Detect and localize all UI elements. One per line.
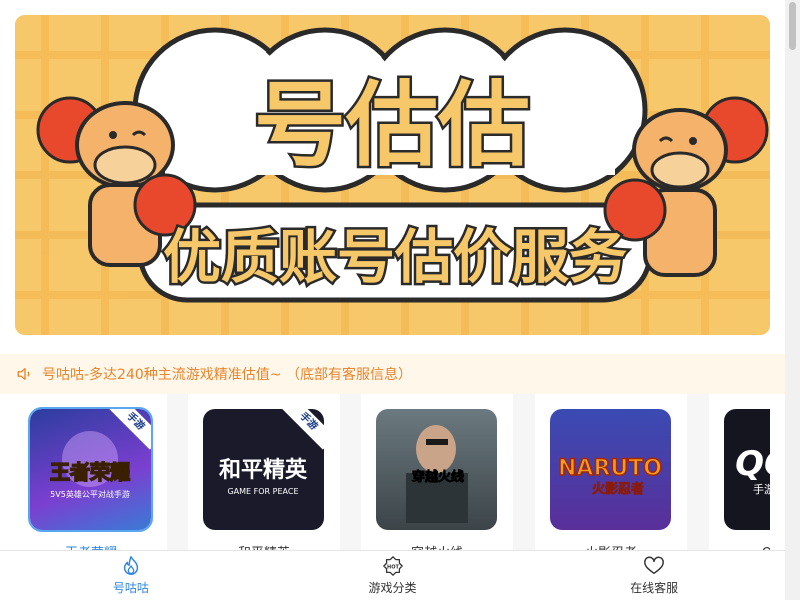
banner-title: 号估估 (254, 72, 530, 179)
game-icon-qqfeiche[interactable]: QQ 手游 (724, 409, 770, 530)
game-card-qqfeiche[interactable]: QQ 手游 QQ飞车 (709, 394, 770, 554)
tab-home[interactable]: 号咕咕 (0, 551, 262, 600)
game-icon-heping[interactable]: 和平精英 GAME FOR PEACE 手游 (203, 409, 324, 530)
svg-text:QQ: QQ (735, 444, 770, 484)
game-card-naruto[interactable]: NARUTO 火影忍者 火影忍者 (535, 394, 687, 554)
flame-icon (123, 556, 138, 575)
svg-text:GAME FOR PEACE: GAME FOR PEACE (227, 487, 298, 496)
tab-label: 号咕咕 (112, 581, 149, 595)
speaker-icon (17, 368, 30, 380)
tab-label: 在线客服 (630, 581, 679, 595)
game-card-wangzhe[interactable]: 王者荣耀 5V5英雄公平对战手游 手游 王者荣耀 (15, 394, 167, 554)
game-icon-naruto[interactable]: NARUTO 火影忍者 (550, 409, 671, 530)
svg-text:穿越火线: 穿越火线 (412, 469, 464, 485)
hot-badge-icon: HOT (382, 556, 403, 576)
tab-label: 游戏分类 (368, 581, 417, 595)
tab-categories[interactable]: HOT 游戏分类 (262, 551, 524, 600)
game-card-heping[interactable]: 和平精英 GAME FOR PEACE 手游 和平精英 (188, 394, 340, 554)
game-icon-wangzhe[interactable]: 王者荣耀 5V5英雄公平对战手游 手游 (28, 407, 153, 532)
game-card-cf[interactable]: 穿越火线 穿越火线 (361, 394, 513, 554)
notice-text: 号咕咕-多达240种主流游戏精准估值~ （底部有客服信息） (42, 367, 412, 383)
svg-text:HOT: HOT (387, 564, 399, 570)
banner-subtitle: 优质账号估价服务 (163, 223, 627, 291)
notice-bar: 号咕咕-多达240种主流游戏精准估值~ （底部有客服信息） (0, 354, 785, 394)
svg-text:火影忍者: 火影忍者 (592, 481, 644, 497)
svg-text:NARUTO: NARUTO (558, 456, 662, 481)
svg-text:王者荣耀: 王者荣耀 (50, 460, 130, 484)
scrollbar-thumb[interactable] (789, 2, 796, 50)
svg-text:手游: 手游 (753, 482, 770, 496)
game-icon-cf[interactable]: 穿越火线 (376, 409, 497, 530)
promo-banner[interactable]: 号估估 优质账号估价服务 (15, 15, 770, 335)
page-scrollbar[interactable] (785, 0, 800, 600)
svg-text:5V5英雄公平对战手游: 5V5英雄公平对战手游 (50, 489, 130, 499)
heart-icon (644, 556, 665, 575)
game-list[interactable]: 王者荣耀 5V5英雄公平对战手游 手游 王者荣耀 和平精英 GAME FOR P… (15, 394, 770, 554)
banner-illustration: 号估估 优质账号估价服务 (15, 15, 770, 335)
tab-customer-service[interactable]: 在线客服 (523, 551, 785, 600)
bottom-tab-bar: 号咕咕 HOT 游戏分类 在线客服 (0, 550, 785, 600)
svg-text:和平精英: 和平精英 (219, 457, 308, 483)
